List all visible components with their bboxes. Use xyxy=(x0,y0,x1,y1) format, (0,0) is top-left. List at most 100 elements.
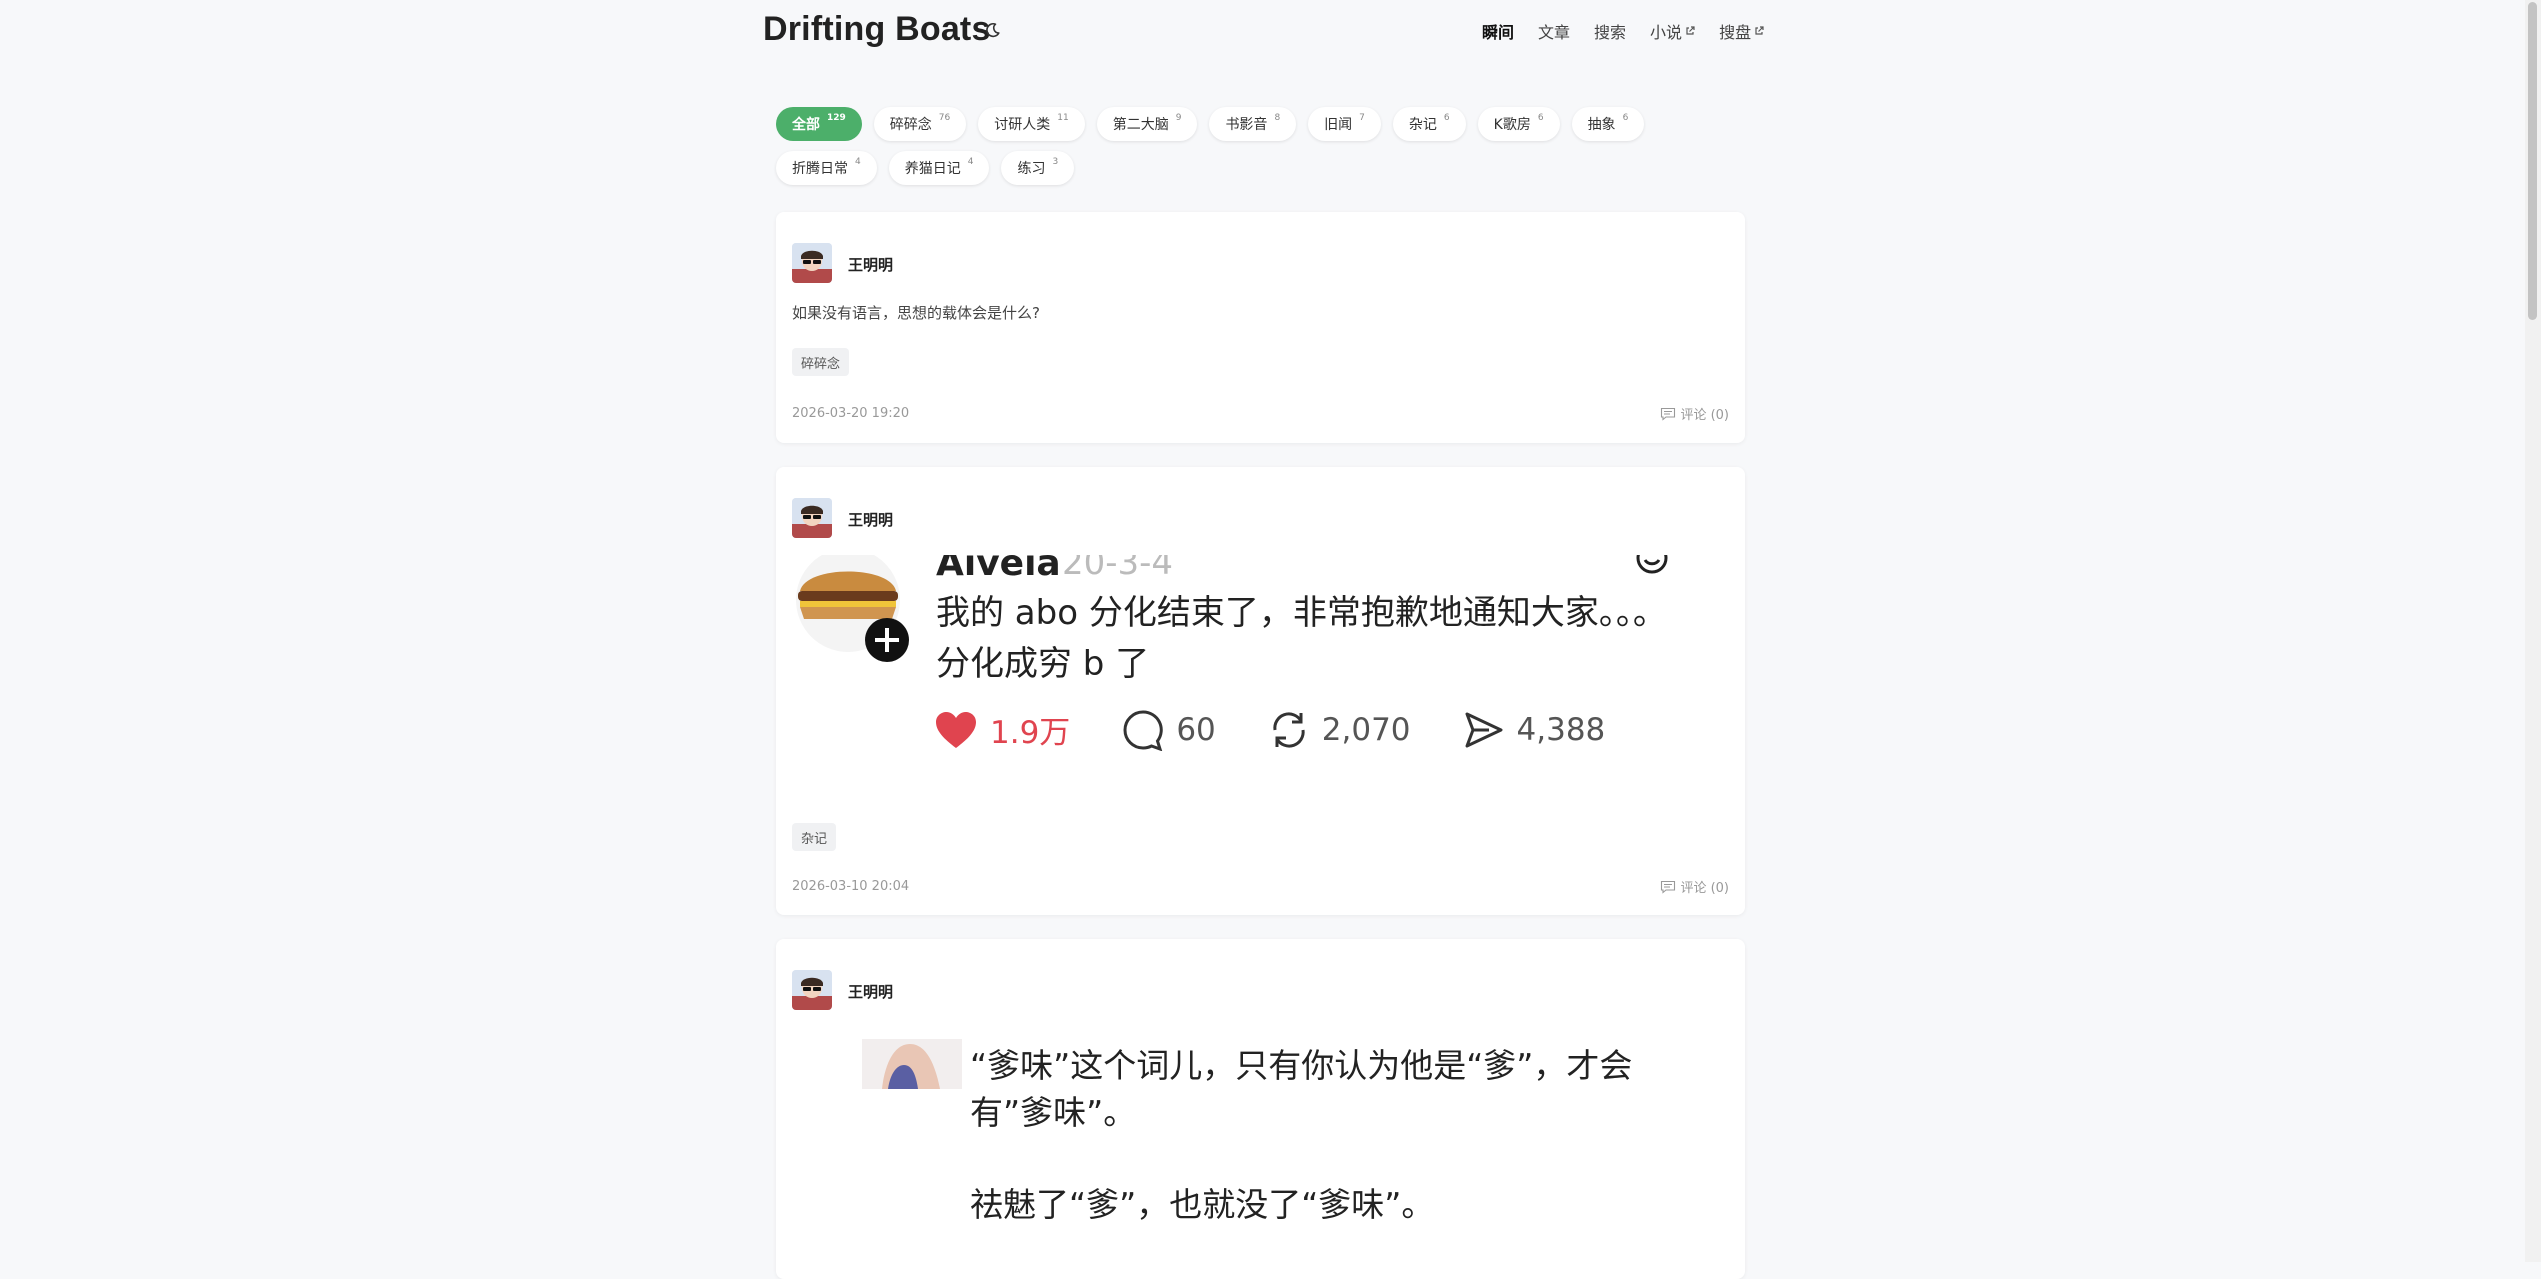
post-card: 王明明 “爹味”这个词儿，只有你认为他是“爹”，才会 有”爹味”。 祛魅了“爹”… xyxy=(776,939,1745,1279)
embedded-post-stats: 1.9万 60 2,070 4,388 xyxy=(934,707,1657,752)
tag-count: 129 xyxy=(827,113,846,123)
tag-label: 练习 xyxy=(1017,161,1046,177)
comments-link[interactable]: 评论 (0) xyxy=(1660,877,1729,896)
tag-filter-item[interactable]: 养猫日记 4 xyxy=(888,151,990,185)
tag-count: 4 xyxy=(967,157,974,167)
tag-filter-item[interactable]: 第二大脑 9 xyxy=(1096,107,1198,141)
tag-filter-bar: 全部 129 碎碎念 76 讨研人类 11 第二大脑 9 书影音 8 旧闻 7 杂记 6 K歌… xyxy=(776,107,1756,185)
tag-count: 4 xyxy=(855,157,861,167)
tag-count: 9 xyxy=(1175,113,1182,123)
author-name[interactable]: 王明明 xyxy=(848,509,893,530)
tag-filter-item[interactable]: 折腾日常 4 xyxy=(776,151,877,185)
author-name[interactable]: 王明明 xyxy=(848,254,893,275)
post-image[interactable]: Aiveia 20-3-4 我的 abo 分化结束了，非常抱歉地通知大家。。。 … xyxy=(792,555,1722,755)
scrollbar-thumb[interactable] xyxy=(2528,2,2537,320)
tag-filter-item[interactable]: 抽象 6 xyxy=(1571,107,1645,141)
tag-count: 8 xyxy=(1274,113,1281,123)
nav-item-moments[interactable]: 瞬间 xyxy=(1482,19,1514,43)
nav-label: 小说 xyxy=(1650,23,1683,42)
comments-label: 评论 (0) xyxy=(1680,881,1729,896)
nav-label: 瞬间 xyxy=(1482,23,1515,42)
repost-stat: 2,070 xyxy=(1268,709,1411,751)
comment-icon xyxy=(1661,407,1676,421)
tag-filter-item[interactable]: 旧闻 7 xyxy=(1308,107,1381,141)
tag-label: 碎碎念 xyxy=(889,117,932,133)
tag-count: 6 xyxy=(1537,113,1544,123)
nav-label: 文章 xyxy=(1538,23,1571,42)
avatar[interactable] xyxy=(792,970,832,1010)
comment-icon xyxy=(1661,880,1676,894)
embedded-username: Aiveia xyxy=(936,555,1061,584)
comments-link[interactable]: 评论 (0) xyxy=(1660,404,1729,423)
tag-count: 11 xyxy=(1057,113,1069,123)
tag-count: 6 xyxy=(1443,113,1450,123)
post-text: 如果没有语言，思想的载体会是什么? xyxy=(792,304,1040,322)
post-image[interactable]: “爹味”这个词儿，只有你认为他是“爹”，才会 有”爹味”。 祛魅了“爹”，也就没… xyxy=(792,1039,1722,1269)
nav-label: 搜索 xyxy=(1594,23,1627,42)
site-header: Drifting Boats 瞬间 文章 搜索 小说 搜盘 xyxy=(0,0,2525,62)
heart-icon xyxy=(936,711,976,748)
tag-label: 第二大脑 xyxy=(1112,117,1169,133)
send-icon xyxy=(1465,712,1503,747)
smile-icon xyxy=(1636,555,1668,574)
tag-filter-item[interactable]: 杂记 6 xyxy=(1392,107,1466,141)
like-stat: 1.9万 xyxy=(934,707,1070,752)
comments-label: 评论 (0) xyxy=(1680,408,1729,423)
moon-icon[interactable] xyxy=(985,22,1001,38)
tag-label: 书影音 xyxy=(1225,117,1268,133)
nav-item-pan-search[interactable]: 搜盘 xyxy=(1719,19,1764,43)
tag-filter-item[interactable]: 练习 3 xyxy=(1001,151,1075,185)
nav-label: 搜盘 xyxy=(1719,23,1752,42)
tag-label: 养猫日记 xyxy=(904,161,961,177)
post-card: 王明明 Aiveia 20-3-4 我的 abo 分化结束了，非常抱歉地通知大家… xyxy=(776,467,1745,915)
main-nav: 瞬间 文章 搜索 小说 搜盘 xyxy=(1482,19,1764,43)
tag-filter-item[interactable]: 碎碎念 76 xyxy=(873,107,967,141)
avatar[interactable] xyxy=(792,243,832,283)
figure-thumbnail-image xyxy=(862,1039,962,1089)
tag-count: 7 xyxy=(1359,113,1365,123)
share-stat: 4,388 xyxy=(1463,709,1606,751)
repost-icon xyxy=(1273,711,1305,748)
tag-filter-item[interactable]: 讨研人类 11 xyxy=(978,107,1085,141)
external-link-icon xyxy=(1755,26,1764,35)
embedded-quote-line3: 祛魅了“爹”，也就没了“爹味”。 xyxy=(970,1185,1435,1224)
reply-stat: 60 xyxy=(1122,709,1216,751)
nav-item-articles[interactable]: 文章 xyxy=(1538,19,1570,43)
embedded-quote-line2: 有”爹味”。 xyxy=(970,1093,1137,1132)
post-tag[interactable]: 杂记 xyxy=(792,823,837,851)
tag-label: 杂记 xyxy=(1408,117,1437,133)
author-name[interactable]: 王明明 xyxy=(848,981,893,1002)
tag-label: 折腾日常 xyxy=(792,161,848,177)
page-scrollbar[interactable] xyxy=(2525,0,2541,1262)
post-tag[interactable]: 碎碎念 xyxy=(792,348,850,376)
nav-item-search[interactable]: 搜索 xyxy=(1594,19,1626,43)
tag-label: 讨研人类 xyxy=(994,117,1051,133)
repost-count: 2,070 xyxy=(1321,711,1411,748)
embedded-quote-line1: “爹味”这个词儿，只有你认为他是“爹”，才会 xyxy=(970,1046,1633,1085)
like-count: 1.9万 xyxy=(990,715,1071,751)
tag-label: K歌房 xyxy=(1493,117,1531,133)
post-card: 王明明 如果没有语言，思想的载体会是什么? 碎碎念 2026-03-20 19:… xyxy=(776,212,1745,443)
tag-count: 3 xyxy=(1052,157,1059,167)
embedded-meta: 20-3-4 xyxy=(1062,555,1174,583)
tag-filter-item[interactable]: 书影音 8 xyxy=(1209,107,1297,141)
tag-count: 76 xyxy=(938,113,951,123)
post-timestamp: 2026-03-10 20:04 xyxy=(792,879,910,894)
tag-filter-all[interactable]: 全部 129 xyxy=(776,107,862,141)
tag-count: 6 xyxy=(1622,113,1629,123)
avatar[interactable] xyxy=(792,498,832,538)
reply-bubble-icon xyxy=(1123,709,1163,751)
embedded-post-line2: 分化成穷 b 了 xyxy=(936,644,1150,684)
tag-label: 全部 xyxy=(792,117,820,133)
tag-label: 抽象 xyxy=(1587,117,1616,133)
nav-item-novel[interactable]: 小说 xyxy=(1650,19,1695,43)
embedded-post-line1: 我的 abo 分化结束了，非常抱歉地通知大家。。。 xyxy=(936,593,1667,633)
tag-label: 旧闻 xyxy=(1324,117,1353,133)
hamburger-avatar-image xyxy=(796,555,909,662)
post-timestamp: 2026-03-20 19:20 xyxy=(792,406,910,421)
tag-filter-item[interactable]: K歌房 6 xyxy=(1477,107,1560,141)
share-count: 4,388 xyxy=(1516,711,1606,748)
site-brand[interactable]: Drifting Boats xyxy=(763,10,991,49)
reply-count: 60 xyxy=(1176,711,1216,748)
external-link-icon xyxy=(1686,26,1695,35)
